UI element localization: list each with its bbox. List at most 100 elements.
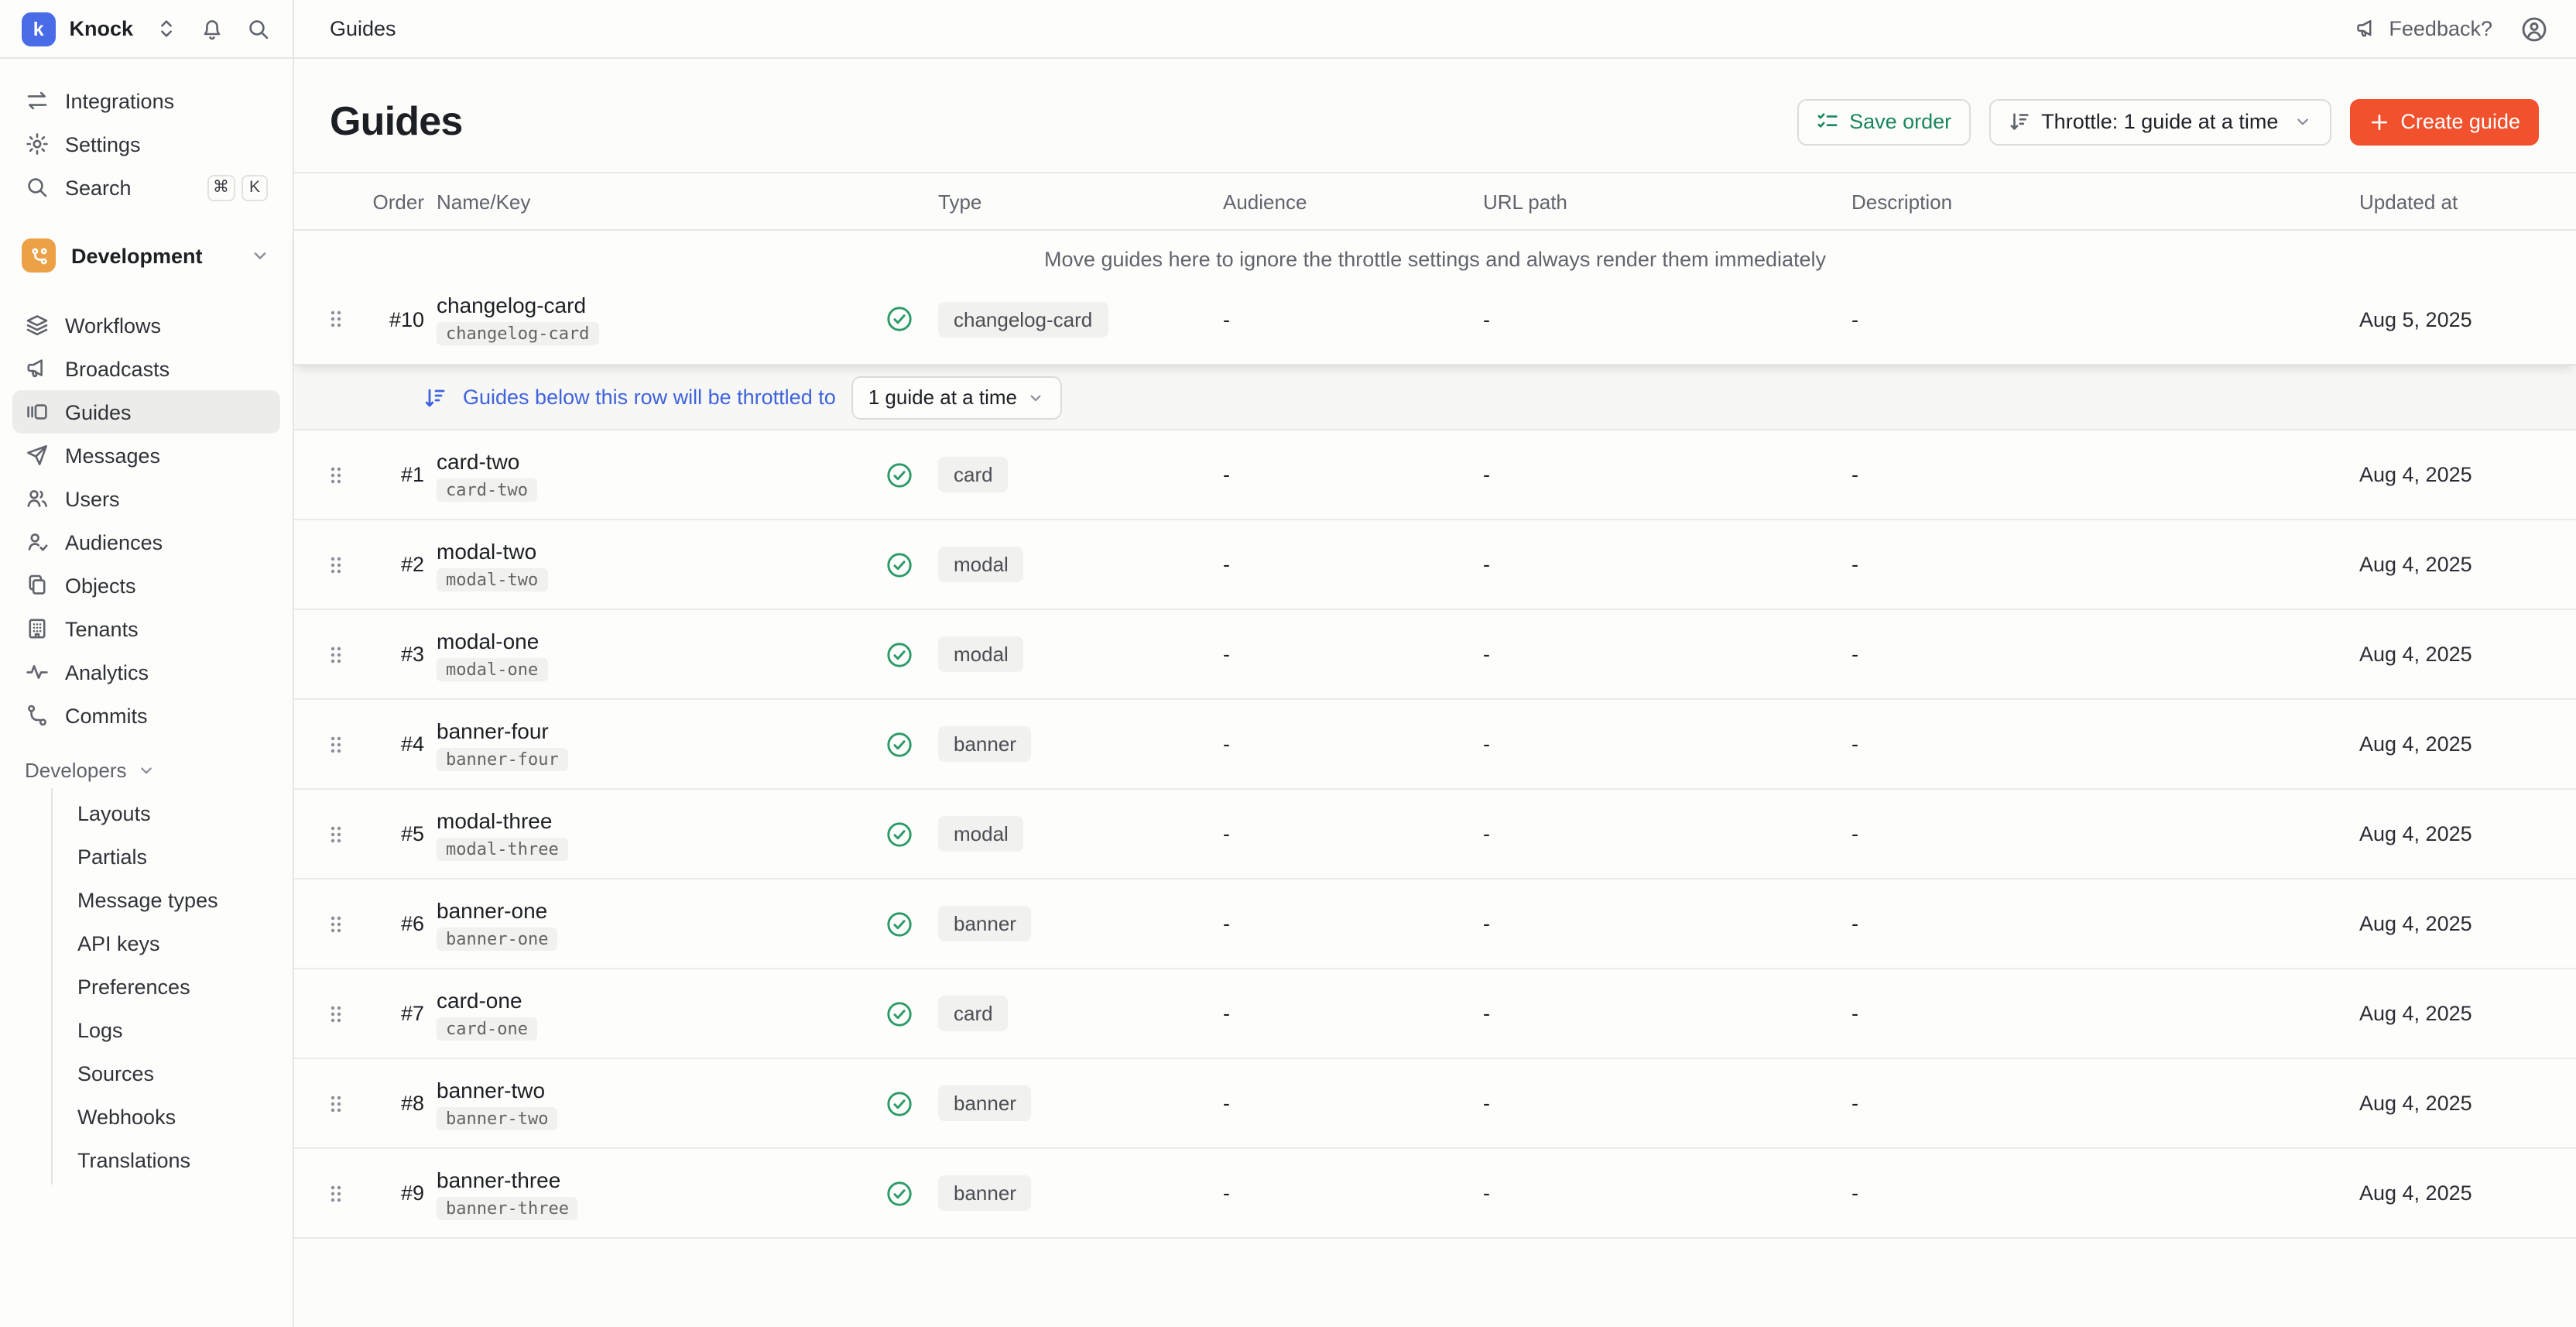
guide-name[interactable]: card-one [437,987,522,1012]
guide-name[interactable]: banner-two [437,1077,545,1102]
environment-name: Development [71,244,234,267]
guide-name[interactable]: changelog-card [437,293,586,317]
guide-url-path: - [1483,643,1839,666]
guide-row[interactable]: #6 banner-one banner-one banner - - - Au… [294,880,2576,969]
search-icon[interactable] [246,16,271,41]
sidebar-item-partials[interactable]: Partials [53,835,293,878]
create-guide-button[interactable]: Create guide [2349,98,2539,145]
guide-row[interactable]: #5 modal-three modal-three modal - - - A… [294,790,2576,880]
active-check-icon [886,910,926,938]
environment-switcher[interactable]: Development [12,232,280,279]
drag-handle-icon[interactable] [328,821,353,846]
guide-type-badge: banner [938,906,1032,941]
guide-name[interactable]: banner-four [437,718,549,742]
breadcrumb[interactable]: Guides [330,17,396,40]
pages-icon [25,573,50,598]
sidebar-item-broadcasts[interactable]: Broadcasts [12,347,280,390]
drag-handle-icon[interactable] [328,732,353,756]
throttle-label: Throttle: 1 guide at a time [2041,110,2278,133]
guide-name[interactable]: modal-one [437,628,539,653]
column-header-order: Order [365,190,424,213]
sidebar-item-settings[interactable]: Settings [12,122,280,166]
guide-row[interactable]: #2 modal-two modal-two modal - - - Aug 4… [294,520,2576,610]
sidebar-item-messages[interactable]: Messages [12,434,280,477]
drag-handle-icon[interactable] [328,1181,353,1205]
guide-updated-at: Aug 5, 2025 [2359,307,2539,331]
guide-name[interactable]: banner-three [437,1167,560,1192]
guide-row[interactable]: #4 banner-four banner-four banner - - - … [294,700,2576,790]
knock-logo: k [22,12,55,46]
guide-row[interactable]: #7 card-one card-one card - - - Aug 4, 2… [294,969,2576,1059]
guide-row[interactable]: #3 modal-one modal-one modal - - - Aug 4… [294,610,2576,700]
drag-handle-icon[interactable] [328,911,353,936]
drag-handle-icon[interactable] [328,1001,353,1026]
drag-handle-icon[interactable] [328,462,353,487]
guide-url-path: - [1483,307,1839,331]
sidebar-item-sources[interactable]: Sources [53,1051,293,1095]
guide-audience: - [1223,1002,1471,1025]
sidebar-item-tenants[interactable]: Tenants [12,607,280,650]
guide-row[interactable]: #1 card-two card-two card - - - Aug 4, 2… [294,430,2576,520]
guide-order: #1 [365,463,424,486]
feedback-label: Feedback? [2389,17,2492,40]
building-icon [25,616,50,641]
save-order-button[interactable]: Save order [1797,98,1970,145]
guide-type-badge: modal [938,636,1024,672]
developers-section-toggle[interactable]: Developers [12,759,280,782]
top-bar: k Knock Guides Feedback? [0,0,2576,59]
create-guide-label: Create guide [2400,110,2520,133]
sidebar-item-message-types[interactable]: Message types [53,878,293,921]
guide-key-badge: banner-three [437,1196,578,1219]
sidebar-item-integrations[interactable]: Integrations [12,79,280,122]
sidebar-item-analytics[interactable]: Analytics [12,650,280,694]
guide-row[interactable]: #8 banner-two banner-two banner - - - Au… [294,1059,2576,1149]
drag-handle-icon[interactable] [328,552,353,577]
chevron-down-icon [1026,388,1045,406]
drag-handle-icon[interactable] [328,307,353,331]
guide-url-path: - [1483,1181,1839,1205]
sidebar-item-search[interactable]: Search ⌘K [12,166,280,209]
sidebar-item-layouts[interactable]: Layouts [53,791,293,835]
bell-icon[interactable] [200,16,224,41]
throttle-divider-text[interactable]: Guides below this row will be throttled … [463,386,836,409]
guide-name[interactable]: modal-two [437,538,536,563]
guide-description: - [1852,643,2347,666]
kbd-k: K [242,174,268,201]
guides-icon [25,399,50,424]
guide-order: #8 [365,1092,424,1115]
guide-row[interactable]: #9 banner-three banner-three banner - - … [294,1149,2576,1239]
guide-url-path: - [1483,1092,1839,1115]
sidebar-item-webhooks[interactable]: Webhooks [53,1095,293,1138]
drag-handle-icon[interactable] [328,1091,353,1116]
guide-name[interactable]: banner-one [437,897,547,922]
sidebar-item-translations[interactable]: Translations [53,1138,293,1181]
guide-name[interactable]: modal-three [437,808,552,832]
top-bar-main: Guides Feedback? [294,0,2576,57]
sidebar-item-logs[interactable]: Logs [53,1008,293,1051]
sidebar-item-audiences[interactable]: Audiences [12,520,280,564]
feedback-megaphone-icon [2355,17,2378,40]
guide-updated-at: Aug 4, 2025 [2359,912,2539,935]
sidebar-item-workflows[interactable]: Workflows [12,303,280,347]
workspace-switcher-icon[interactable] [155,17,178,40]
guide-row[interactable]: #10 changelog-card changelog-card change… [294,274,2576,364]
column-header-url-path: URL path [1483,190,1839,213]
column-header-updated-at: Updated at [2359,190,2539,213]
sidebar-item-commits[interactable]: Commits [12,694,280,737]
sidebar-item-api-keys[interactable]: API keys [53,921,293,965]
feedback-button[interactable]: Feedback? [2355,17,2492,40]
workspace-header: k Knock [0,0,294,57]
sidebar-item-preferences[interactable]: Preferences [53,965,293,1008]
workspace-name: Knock [69,17,133,40]
sidebar-item-guides[interactable]: Guides [12,390,280,434]
swap-arrows-icon [25,88,50,113]
throttle-amount-select[interactable]: 1 guide at a time [851,375,1062,419]
account-menu-button[interactable] [2520,15,2548,43]
drag-handle-icon[interactable] [328,642,353,667]
active-check-icon [886,550,926,578]
throttle-dropdown-button[interactable]: Throttle: 1 guide at a time [1989,98,2331,145]
guide-name[interactable]: card-two [437,448,519,473]
sidebar-item-users[interactable]: Users [12,477,280,520]
sidebar-item-objects[interactable]: Objects [12,564,280,607]
table-header-row: Order Name/Key Type Audience URL path De… [294,172,2576,231]
